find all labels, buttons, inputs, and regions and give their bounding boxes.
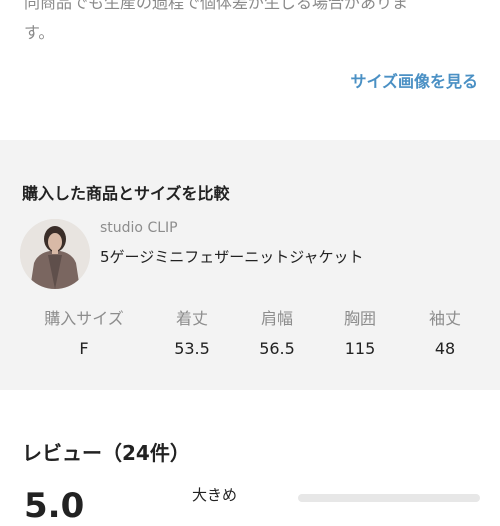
header-sleeve: 袖丈 (428, 309, 461, 328)
size-table-header: 購入サイズ 着丈 肩幅 胸囲 袖丈 (0, 305, 500, 339)
value-purchase-size: F (79, 339, 89, 358)
fit-label-large: 大きめ (192, 486, 238, 504)
product-photo-image (20, 219, 90, 289)
product-brand[interactable]: studio CLIP (100, 220, 178, 236)
size-comparison-section: 購入した商品とサイズを比較 studio CLIP 5ゲージミニフェザーニットジ… (0, 140, 500, 390)
value-sleeve: 48 (434, 339, 456, 358)
product-note-line-2: す。 (24, 23, 55, 42)
product-name[interactable]: 5ゲージミニフェザーニットジャケット (100, 246, 364, 267)
size-table-values: F 53.5 56.5 115 48 (0, 339, 500, 373)
product-note: 同商品でも生産の過程で個体差が生じる場合がありま す。 (24, 0, 476, 48)
fit-bar (298, 494, 480, 502)
product-note-line-1: 同商品でも生産の過程で個体差が生じる場合がありま (24, 0, 409, 12)
size-table: 購入サイズ 着丈 肩幅 胸囲 袖丈 F 53.5 56.5 115 48 (0, 305, 500, 373)
average-rating: 5.0 (24, 486, 85, 526)
size-image-link[interactable]: サイズ画像を見る (350, 68, 478, 92)
compare-title: 購入した商品とサイズを比較 (22, 184, 230, 203)
header-purchase-size: 購入サイズ (44, 309, 124, 328)
product-thumbnail[interactable] (20, 219, 90, 289)
reviews-title: レビュー（24件） (22, 441, 190, 465)
